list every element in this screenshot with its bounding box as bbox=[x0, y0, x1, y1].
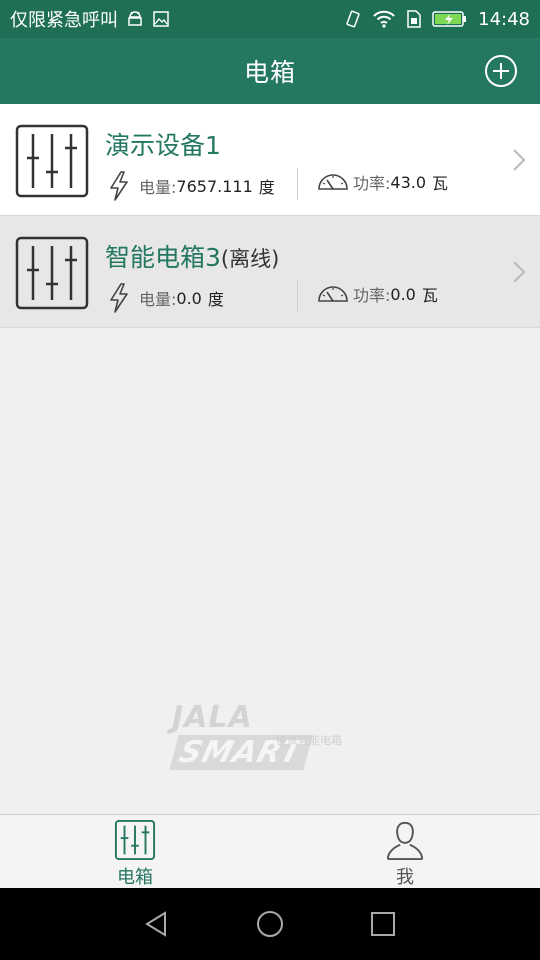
back-button[interactable] bbox=[137, 904, 177, 944]
energy-metric: 电量: 0.0 度 bbox=[107, 282, 224, 314]
chevron-right-icon bbox=[513, 149, 526, 171]
device-status-suffix: (离线) bbox=[220, 247, 280, 271]
energy-unit: 度 bbox=[207, 290, 224, 309]
energy-value: 0.0 bbox=[176, 288, 202, 308]
tab-label: 我 bbox=[396, 867, 414, 888]
power-unit: 瓦 bbox=[421, 286, 438, 305]
switchboard-icon bbox=[15, 236, 89, 310]
add-device-button[interactable] bbox=[484, 54, 518, 88]
user-icon bbox=[386, 821, 424, 861]
power-label: 功率: bbox=[353, 286, 391, 305]
device-name-text: 智能电箱3 bbox=[105, 243, 221, 272]
app-header: 电箱 bbox=[0, 38, 540, 104]
vibrate-icon bbox=[344, 9, 362, 29]
tab-me[interactable]: 我 bbox=[270, 815, 540, 889]
android-icon bbox=[126, 10, 144, 28]
battery-charging-icon bbox=[432, 10, 468, 28]
sim-icon bbox=[406, 9, 422, 29]
power-value: 0.0 bbox=[390, 284, 416, 304]
metric-divider bbox=[297, 168, 298, 200]
tab-label: 电箱 bbox=[117, 867, 153, 888]
device-list: 演示设备1 电量: 7657.111 度 功率: 43.0 瓦 智能电箱3(离线… bbox=[0, 104, 540, 328]
switchboard-icon bbox=[114, 819, 156, 861]
energy-metric: 电量: 7657.111 度 bbox=[107, 170, 275, 202]
lightning-icon bbox=[110, 283, 128, 313]
gauge-icon bbox=[318, 174, 348, 190]
watermark-brand: JALA bbox=[172, 700, 253, 735]
bottom-tab-bar: 电箱 我 bbox=[0, 814, 540, 888]
system-nav-bar bbox=[0, 888, 540, 960]
tab-switchboard[interactable]: 电箱 bbox=[0, 815, 270, 889]
energy-value: 7657.111 bbox=[176, 176, 253, 196]
metric-divider bbox=[297, 280, 298, 312]
wifi-icon bbox=[372, 9, 396, 29]
status-bar-right: 14:48 bbox=[344, 9, 530, 30]
device-name: 智能电箱3(离线) bbox=[105, 238, 279, 274]
chevron-right-icon bbox=[513, 261, 526, 283]
switchboard-icon bbox=[15, 124, 89, 198]
recent-apps-icon bbox=[371, 912, 396, 936]
status-bar: 仅限紧急呼叫 14:48 bbox=[0, 0, 540, 38]
back-icon bbox=[144, 911, 166, 937]
power-metric: 功率: 43.0 瓦 bbox=[317, 170, 448, 194]
energy-label: 电量: bbox=[139, 178, 177, 197]
device-name: 演示设备1 bbox=[105, 126, 221, 162]
energy-unit: 度 bbox=[258, 178, 275, 197]
device-row[interactable]: 演示设备1 电量: 7657.111 度 功率: 43.0 瓦 bbox=[0, 104, 540, 216]
brand-watermark: JALASMART 佳岚智能电箱 bbox=[169, 700, 372, 770]
watermark-subtitle: 佳岚智能电箱 bbox=[276, 734, 342, 747]
power-unit: 瓦 bbox=[432, 174, 449, 193]
page-title: 电箱 bbox=[243, 58, 296, 87]
home-button[interactable] bbox=[250, 904, 290, 944]
carrier-text: 仅限紧急呼叫 bbox=[10, 10, 118, 31]
recent-apps-button[interactable] bbox=[363, 904, 403, 944]
power-value: 43.0 bbox=[390, 172, 427, 192]
clock-text: 14:48 bbox=[478, 8, 530, 30]
device-name-text: 演示设备1 bbox=[105, 131, 221, 160]
lightning-icon bbox=[110, 171, 128, 201]
power-metric: 功率: 0.0 瓦 bbox=[317, 282, 438, 306]
home-icon bbox=[256, 911, 283, 937]
energy-label: 电量: bbox=[139, 290, 177, 309]
status-bar-left: 仅限紧急呼叫 bbox=[10, 6, 170, 32]
plus-circle-icon bbox=[485, 55, 517, 87]
image-icon bbox=[152, 10, 170, 28]
power-label: 功率: bbox=[353, 174, 391, 193]
device-row[interactable]: 智能电箱3(离线) 电量: 0.0 度 功率: 0.0 瓦 bbox=[0, 216, 540, 328]
gauge-icon bbox=[318, 286, 348, 302]
